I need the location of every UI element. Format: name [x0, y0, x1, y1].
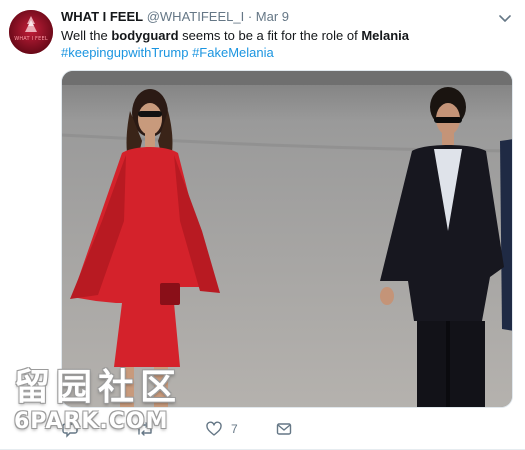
- author-handle[interactable]: @WHATIFEEL_I: [147, 9, 244, 24]
- tweet-text-bold2: Melania: [361, 28, 410, 43]
- like-count: 7: [231, 422, 238, 436]
- tweet-text-part2: seems to be a fit for the role of: [178, 28, 362, 43]
- tweet-hashtags: #keepingupwithTrump #FakeMelania: [61, 44, 274, 61]
- tweet-date[interactable]: Mar 9: [256, 9, 289, 24]
- hashtag-link[interactable]: #FakeMelania: [192, 45, 274, 60]
- watermark-chinese-text: 留园社区: [14, 366, 183, 408]
- tweet-card[interactable]: WHAT I FEEL WHAT I FEEL @WHATIFEEL_I · M…: [0, 0, 525, 450]
- envelope-icon: [275, 420, 293, 438]
- tweet-header: WHAT I FEEL @WHATIFEEL_I · Mar 9: [61, 9, 289, 25]
- hashtag-link[interactable]: #keepingupwithTrump: [61, 45, 188, 60]
- watermark-site-text: 6PARK.COM: [14, 409, 169, 434]
- tweet-text: Well the bodyguard seems to be a fit for…: [61, 27, 409, 44]
- tweet-text-bold1: bodyguard: [111, 28, 179, 43]
- avatar-logo-text: WHAT I FEEL: [14, 36, 48, 42]
- tweet-photo[interactable]: [61, 70, 513, 408]
- photo-scene: [62, 71, 512, 407]
- tweet-text-part1: Well the: [61, 28, 112, 43]
- like-button[interactable]: 7: [205, 418, 238, 440]
- heart-icon: [205, 420, 223, 438]
- author-name[interactable]: WHAT I FEEL: [61, 9, 143, 24]
- watermark: 留园社区 6PARK.COM: [14, 368, 194, 438]
- avatar[interactable]: WHAT I FEEL: [9, 10, 53, 54]
- direct-message-button[interactable]: [275, 418, 293, 440]
- separator-dot: ·: [247, 9, 253, 24]
- chevron-down-icon[interactable]: [497, 10, 513, 26]
